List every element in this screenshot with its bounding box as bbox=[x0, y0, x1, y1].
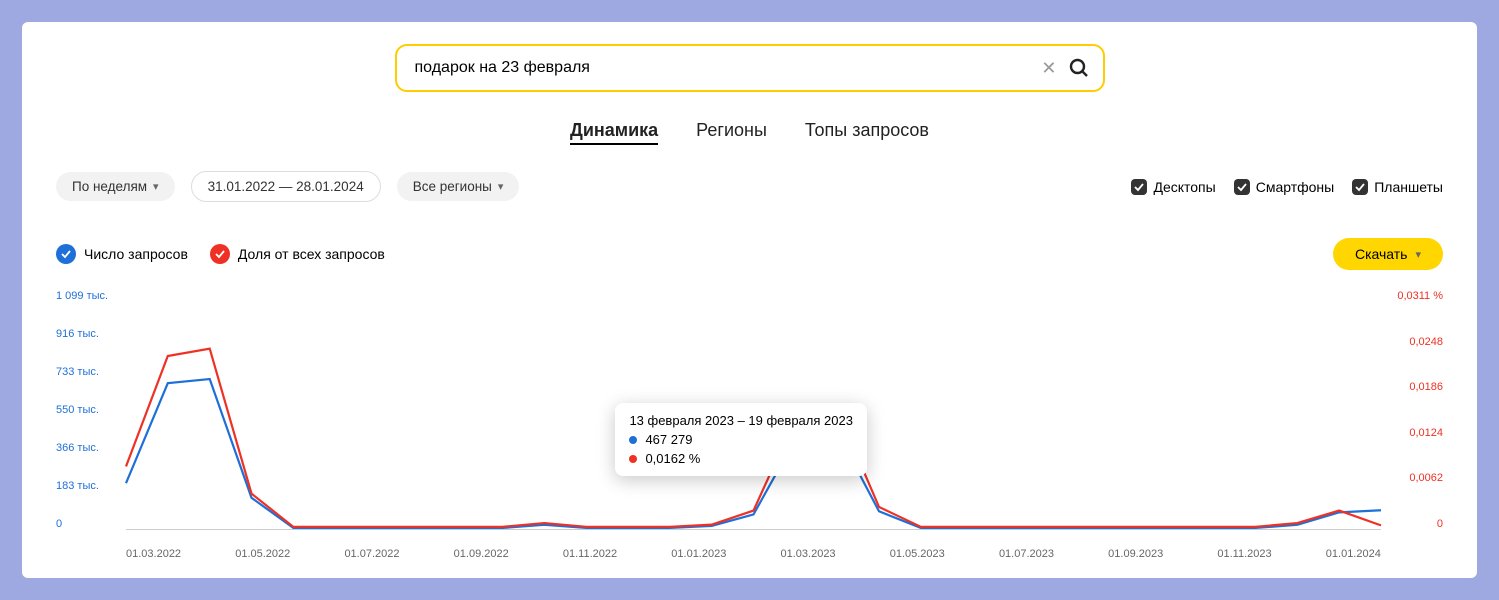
checkbox-tablet[interactable]: Планшеты bbox=[1352, 179, 1443, 195]
checkbox-smartphone[interactable]: Смартфоны bbox=[1234, 179, 1335, 195]
period-mode-select[interactable]: По неделям ▾ bbox=[56, 172, 175, 201]
legend-label: Доля от всех запросов bbox=[238, 246, 385, 262]
tooltip-date: 13 февраля 2023 – 19 февраля 2023 bbox=[629, 413, 853, 428]
tooltip-value-blue: 467 279 bbox=[645, 432, 692, 447]
tab-top-queries[interactable]: Топы запросов bbox=[805, 120, 929, 145]
region-select[interactable]: Все регионы ▾ bbox=[397, 172, 520, 201]
download-button[interactable]: Скачать ▾ bbox=[1333, 238, 1443, 270]
checkbox-desktop[interactable]: Десктопы bbox=[1131, 179, 1215, 195]
search-input[interactable] bbox=[415, 59, 1032, 77]
checkbox-label: Смартфоны bbox=[1256, 179, 1335, 195]
chevron-down-icon: ▾ bbox=[153, 180, 159, 193]
plot-area[interactable]: 13 февраля 2023 – 19 февраля 2023 467 27… bbox=[126, 300, 1381, 530]
tab-dynamics[interactable]: Динамика bbox=[570, 120, 658, 145]
y-axis-left: 1 099 тыс.916 тыс.733 тыс.550 тыс.366 ты… bbox=[56, 290, 116, 530]
period-mode-label: По неделям bbox=[72, 179, 147, 194]
y-axis-right: 0,0311 %0,02480,01860,01240,00620 bbox=[1383, 290, 1443, 530]
legend-series-queries[interactable]: Число запросов bbox=[56, 244, 188, 264]
search-icon[interactable] bbox=[1067, 56, 1091, 80]
chevron-down-icon: ▾ bbox=[498, 180, 504, 193]
checkbox-icon bbox=[1352, 179, 1368, 195]
download-label: Скачать bbox=[1355, 246, 1408, 262]
chevron-down-icon: ▾ bbox=[1415, 248, 1421, 261]
device-checks: Десктопы Смартфоны Планшеты bbox=[1131, 179, 1443, 195]
analytics-panel: ✕ Динамика Регионы Топы запросов По неде… bbox=[22, 22, 1477, 578]
checkbox-icon bbox=[1234, 179, 1250, 195]
checkbox-label: Десктопы bbox=[1153, 179, 1215, 195]
checkbox-icon bbox=[1131, 179, 1147, 195]
date-range-label: 31.01.2022 — 28.01.2024 bbox=[208, 179, 364, 194]
checkbox-label: Планшеты bbox=[1374, 179, 1443, 195]
search-row: ✕ bbox=[46, 44, 1453, 92]
tooltip-dot-red bbox=[629, 455, 637, 463]
chart: 1 099 тыс.916 тыс.733 тыс.550 тыс.366 ты… bbox=[46, 290, 1453, 560]
date-range-select[interactable]: 31.01.2022 — 28.01.2024 bbox=[191, 171, 381, 202]
region-label: Все регионы bbox=[413, 179, 492, 194]
legend-dot-blue bbox=[56, 244, 76, 264]
tooltip: 13 февраля 2023 – 19 февраля 2023 467 27… bbox=[615, 403, 867, 476]
tooltip-dot-blue bbox=[629, 436, 637, 444]
tooltip-value-red: 0,0162 % bbox=[645, 451, 700, 466]
tab-regions[interactable]: Регионы bbox=[696, 120, 767, 145]
tabs: Динамика Регионы Топы запросов bbox=[46, 120, 1453, 145]
legend-dot-red bbox=[210, 244, 230, 264]
clear-icon[interactable]: ✕ bbox=[1031, 58, 1066, 79]
legend-series-share[interactable]: Доля от всех запросов bbox=[210, 244, 385, 264]
x-axis: 01.03.202201.05.202201.07.202201.09.2022… bbox=[126, 548, 1381, 560]
legend-label: Число запросов bbox=[84, 246, 188, 262]
search-box[interactable]: ✕ bbox=[395, 44, 1105, 92]
